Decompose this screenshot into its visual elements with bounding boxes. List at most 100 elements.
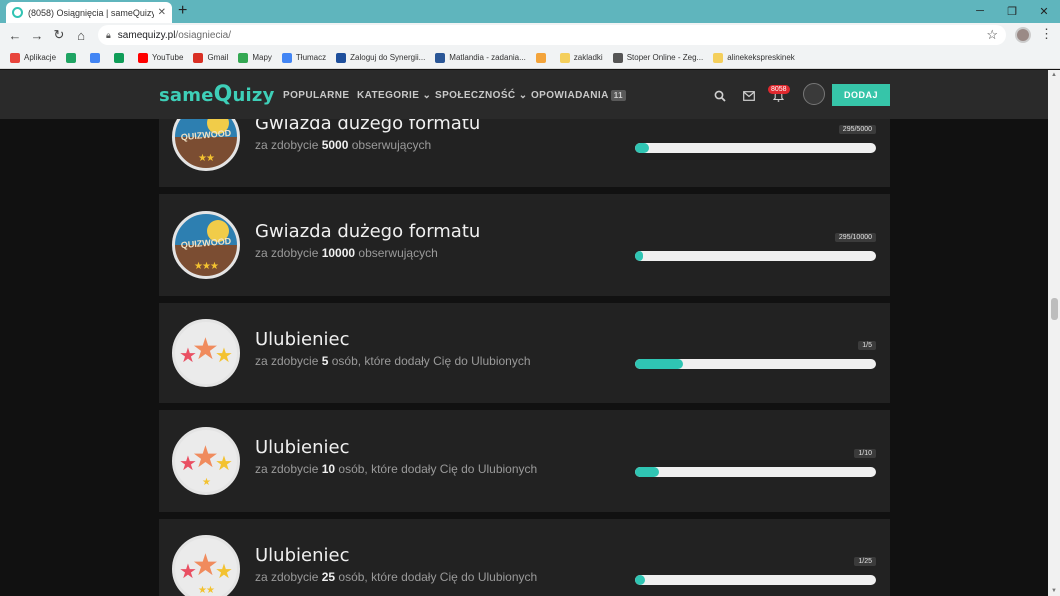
bookmark-favicon-icon xyxy=(193,52,204,63)
achievement-title: Ulubieniec xyxy=(255,545,350,566)
achievement-title: Gwiazda dużego formatu xyxy=(255,221,481,242)
bookmark-star-icon[interactable]: ☆ xyxy=(986,27,998,43)
browser-menu-icon[interactable]: ⋮ xyxy=(1040,26,1053,42)
scroll-up-icon[interactable]: ▲ xyxy=(1048,72,1060,78)
home-icon[interactable]: ⌂ xyxy=(72,26,90,44)
bookmark-favicon-icon xyxy=(336,52,347,63)
search-icon[interactable] xyxy=(714,90,726,105)
bookmark-favicon-icon xyxy=(281,52,292,63)
url-path: /osiagniecia/ xyxy=(175,29,232,41)
browser-profile-avatar[interactable] xyxy=(1015,27,1031,43)
achievement-title: Ulubieniec xyxy=(255,329,350,350)
progress-bar-fill xyxy=(635,143,650,153)
achievement-description: za zdobycie 5000 obserwujących xyxy=(255,138,431,152)
bookmark-item[interactable]: Tłumacz xyxy=(281,52,327,63)
nav-spolecznosc[interactable]: SPOŁECZNOŚĆ ⌄ xyxy=(435,90,527,101)
bookmark-item[interactable]: zakladki xyxy=(559,52,603,63)
tab-title: (8058) Osiągnięcia | sameQuizy xyxy=(28,7,154,18)
browser-toolbar: ← → ↻ ⌂ 🔒︎ samequizy.pl/osiagniecia/ ☆ ⋮ xyxy=(0,23,1060,47)
bookmark-item[interactable]: YouTube xyxy=(138,52,184,63)
star-icon: ★ xyxy=(215,453,233,475)
bookmark-item[interactable] xyxy=(114,52,128,63)
progress-bar-fill xyxy=(635,359,684,369)
achievement-title: Gwiazda dużego formatu xyxy=(255,119,481,134)
back-icon[interactable]: ← xyxy=(6,26,24,44)
description-prefix: za zdobycie xyxy=(255,246,322,260)
nav-opowiadania-label: OPOWIADANIA xyxy=(531,90,609,101)
scroll-thumb[interactable] xyxy=(1051,298,1058,320)
progress-bar xyxy=(635,359,876,369)
bookmark-item[interactable] xyxy=(66,52,80,63)
bookmark-favicon-icon xyxy=(138,52,149,63)
bookmark-item[interactable]: Gmail xyxy=(193,52,229,63)
bookmark-label: YouTube xyxy=(152,53,184,62)
description-prefix: za zdobycie xyxy=(255,462,322,476)
lock-icon[interactable]: 🔒︎ xyxy=(106,30,111,41)
bookmark-item[interactable]: alinekekspreskinek xyxy=(713,52,795,63)
scroll-down-icon[interactable]: ▼ xyxy=(1048,588,1060,594)
bookmark-label: Tłumacz xyxy=(295,53,327,62)
achievement-badge: ★ ★ ★ ★★ xyxy=(172,535,240,596)
achievement-card: QUIZWOOD ★★★ Gwiazda dużego formatu za zdob… xyxy=(159,194,890,296)
bookmark-item[interactable]: Stoper Online - Zeg... xyxy=(612,52,704,63)
user-avatar[interactable] xyxy=(803,83,825,105)
progress-count-label: 295/10000 xyxy=(834,233,876,242)
nav-popularne[interactable]: POPULARNE xyxy=(283,90,349,101)
opowiadania-count-badge: 11 xyxy=(610,90,626,101)
close-window-icon[interactable]: ✕ xyxy=(1028,0,1060,22)
browser-tab[interactable]: (8058) Osiągnięcia | sameQuizy ✕ xyxy=(6,2,172,23)
bookmark-item[interactable]: Aplikacje xyxy=(10,52,56,63)
bookmark-favicon-icon xyxy=(238,52,249,63)
badge-level-stars: ★★★ xyxy=(194,261,219,272)
close-tab-icon[interactable]: ✕ xyxy=(158,7,166,18)
achievement-title: Ulubieniec xyxy=(255,437,350,458)
description-number: 10 xyxy=(321,462,336,476)
address-bar[interactable]: 🔒︎ samequizy.pl/osiagniecia/ ☆ xyxy=(98,25,1006,45)
progress-count-label: 1/5 xyxy=(858,341,876,350)
messages-icon[interactable] xyxy=(743,90,755,104)
add-button[interactable]: DODAJ xyxy=(832,84,890,106)
achievement-badge: ★ ★ ★ xyxy=(172,319,240,387)
logo-rest: uizy xyxy=(232,85,275,106)
description-number: 25 xyxy=(321,570,336,584)
achievement-badge: ★ ★ ★ ★ xyxy=(172,427,240,495)
browser-tab-bar: (8058) Osiągnięcia | sameQuizy ✕ + ─ ❐ ✕ xyxy=(0,0,1060,23)
bookmark-favicon-icon xyxy=(559,52,570,63)
bookmark-label: Zaloguj do Synergii... xyxy=(350,53,426,62)
nav-kategorie[interactable]: KATEGORIE ⌄ xyxy=(357,90,431,101)
progress-bar xyxy=(635,575,876,585)
minimize-icon[interactable]: ─ xyxy=(964,0,996,22)
bookmark-favicon-icon xyxy=(713,52,724,63)
description-number: 10000 xyxy=(321,246,356,260)
bookmark-label: alinekekspreskinek xyxy=(727,53,795,62)
bookmark-item[interactable]: Matlandia - zadania... xyxy=(435,52,526,63)
progress-bar-fill xyxy=(635,251,644,261)
bookmark-label: Stoper Online - Zeg... xyxy=(626,53,704,62)
bookmark-favicon-icon xyxy=(435,52,446,63)
bookmark-item[interactable]: Zaloguj do Synergii... xyxy=(336,52,426,63)
bookmark-item[interactable] xyxy=(90,52,104,63)
restore-icon[interactable]: ❐ xyxy=(996,0,1028,22)
progress-bar xyxy=(635,467,876,477)
bookmark-favicon-icon xyxy=(114,52,125,63)
bookmark-label: Mapy xyxy=(252,53,272,62)
window-controls: ─ ❐ ✕ xyxy=(964,0,1060,22)
bookmark-item[interactable]: Mapy xyxy=(238,52,272,63)
description-prefix: za zdobycie xyxy=(255,354,322,368)
bookmark-label: zakladki xyxy=(573,53,603,62)
new-tab-icon[interactable]: + xyxy=(178,2,187,20)
forward-icon[interactable]: → xyxy=(28,26,46,44)
achievement-description: za zdobycie 25 osób, które dodały Cię do… xyxy=(255,570,537,584)
description-suffix: osób, które dodały Cię do Ulubionych xyxy=(335,570,538,584)
page-scrollbar[interactable]: ▲ ▼ xyxy=(1048,70,1060,596)
achievement-card: ★ ★ ★ ★ Ulubieniec za zdobycie 10 osób, które… xyxy=(159,410,890,512)
quizwood-logo-text: QUIZWOOD xyxy=(180,235,232,251)
nav-opowiadania[interactable]: OPOWIADANIA 11 xyxy=(531,90,626,101)
bookmark-label: Gmail xyxy=(207,53,229,62)
samequizy-logo[interactable]: sameQuizy xyxy=(159,82,275,107)
achievement-card: QUIZWOOD ★★ Gwiazda dużego formatu za zdoby… xyxy=(159,119,890,187)
achievement-description: za zdobycie 10000 obserwujących xyxy=(255,246,438,260)
bookmark-item[interactable] xyxy=(535,52,550,63)
reload-icon[interactable]: ↻ xyxy=(50,26,68,44)
achievements-list: QUIZWOOD ★★ Gwiazda dużego formatu za zdoby… xyxy=(0,119,1048,596)
